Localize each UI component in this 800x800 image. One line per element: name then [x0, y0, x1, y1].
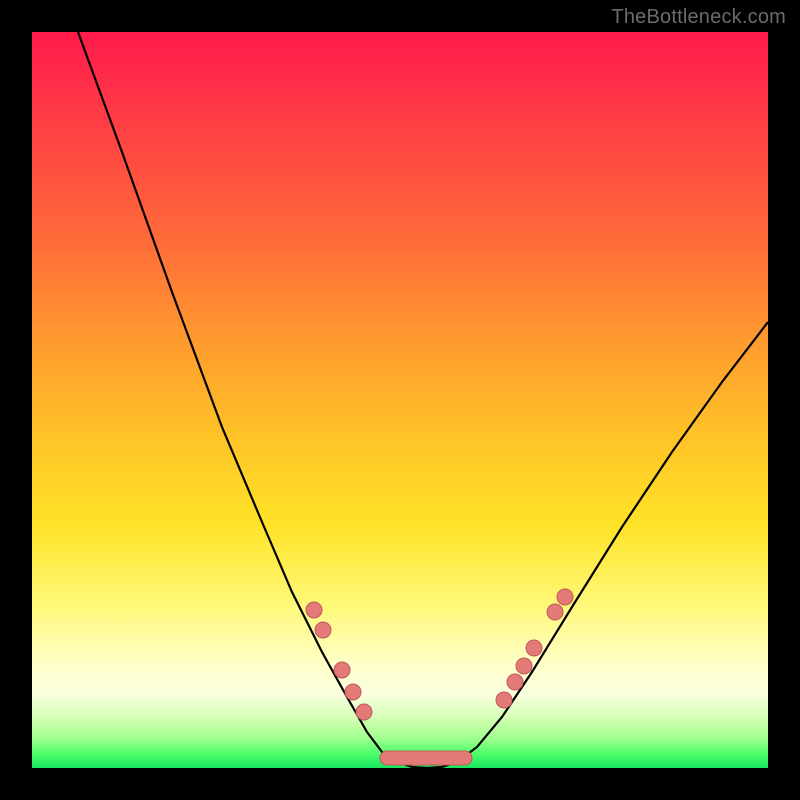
curve-marker [334, 662, 350, 678]
markers-left [306, 602, 372, 720]
markers-right [496, 589, 573, 708]
curve-marker [507, 674, 523, 690]
plot-area [32, 32, 768, 768]
curve-marker [547, 604, 563, 620]
curve-marker [516, 658, 532, 674]
curve-marker [496, 692, 512, 708]
curve-marker [315, 622, 331, 638]
curve-marker [526, 640, 542, 656]
chart-frame: TheBottleneck.com [0, 0, 800, 800]
curve-marker [345, 684, 361, 700]
curve-marker [306, 602, 322, 618]
flat-bottom-marker [380, 751, 472, 765]
watermark-text: TheBottleneck.com [611, 6, 786, 29]
curve-marker [557, 589, 573, 605]
bottleneck-curve [78, 32, 768, 768]
curve-marker [356, 704, 372, 720]
bottleneck-chart-svg [32, 32, 768, 768]
